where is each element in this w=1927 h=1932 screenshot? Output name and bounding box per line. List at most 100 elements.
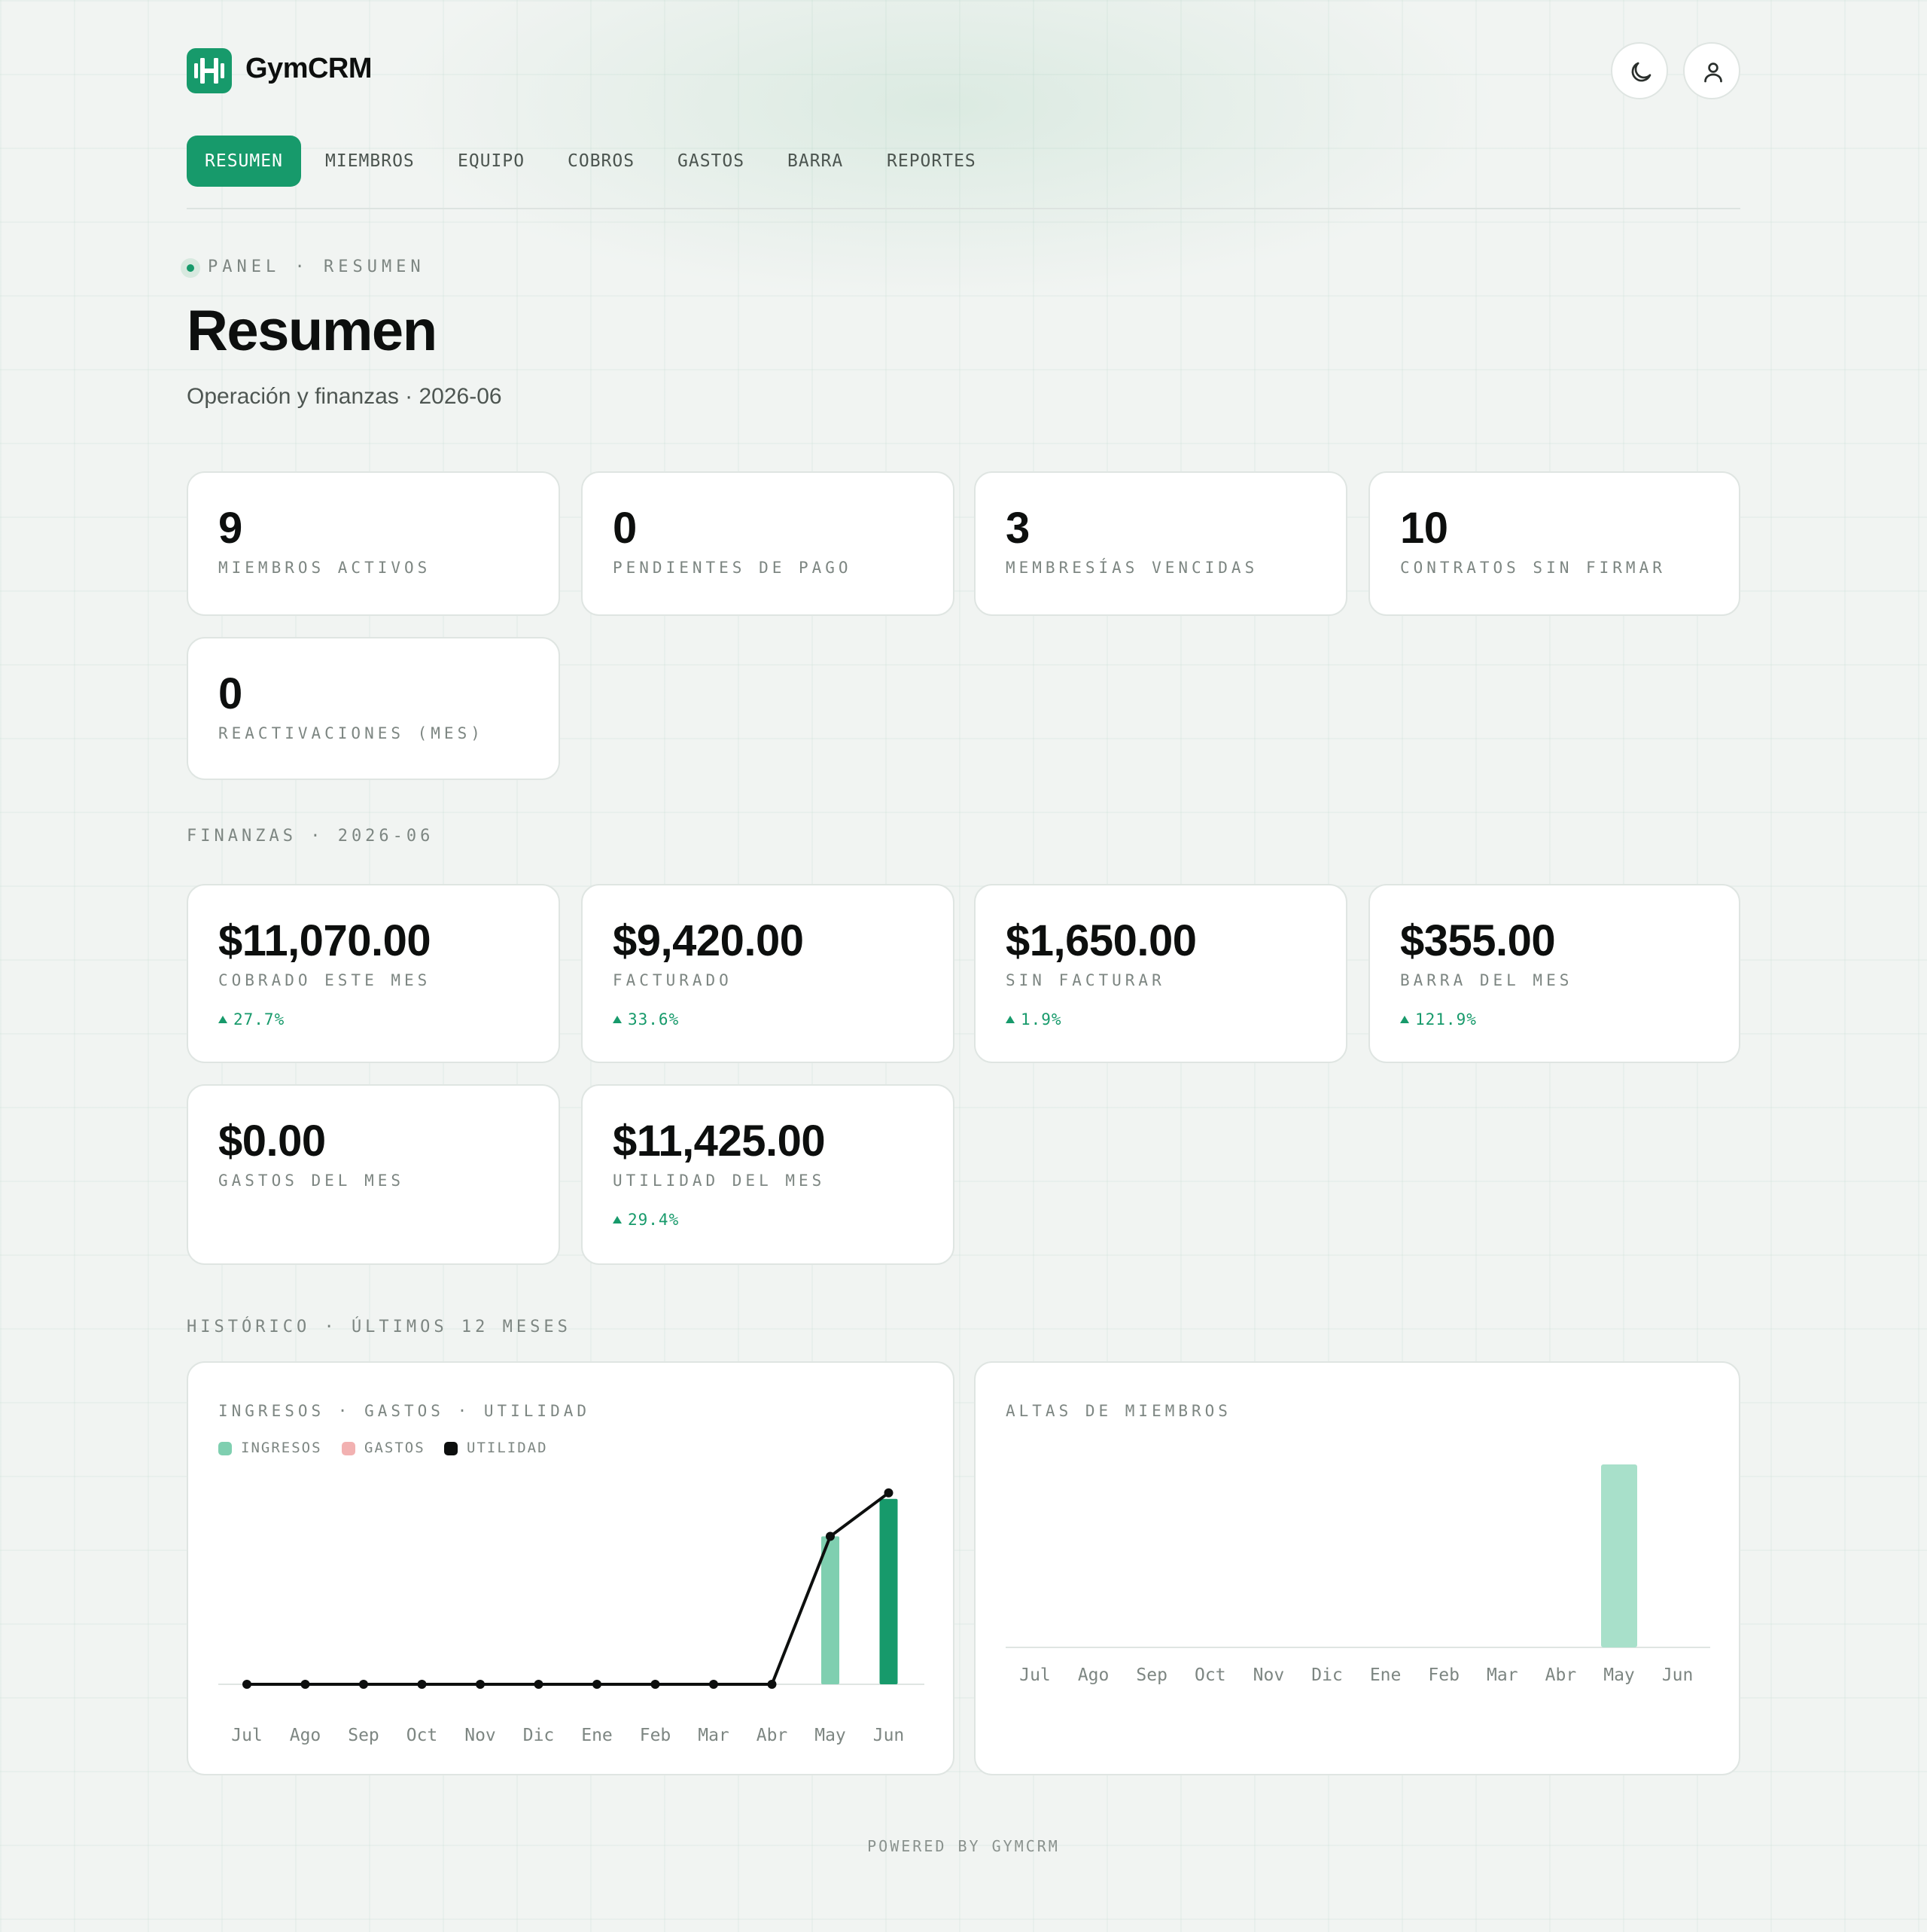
kpi-label: PENDIENTES DE PAGO	[613, 559, 852, 577]
finance-card-barra[interactable]: $355.00 BARRA DEL MES 121.9%	[1368, 884, 1740, 1063]
finance-value: $11,425.00	[613, 1117, 826, 1166]
finance-history-chart: Jul Ago Sep Oct Nov Dic Ene Feb Mar Abr May Jun	[218, 1488, 924, 1745]
tab-gastos[interactable]: GASTOS	[659, 136, 763, 187]
bar-ingresos-may	[821, 1536, 839, 1684]
finance-card-cobrado[interactable]: $11,070.00 COBRADO ESTE MES 27.7%	[187, 884, 560, 1063]
kpi-value: 3	[1006, 504, 1030, 553]
member-signups-chart-card: ALTAS DE MIEMBROS Jul Ago Sep Oct Nov Dic Ene F…	[974, 1361, 1740, 1775]
kpi-card-membresias-vencidas[interactable]: 3 MEMBRESÍAS VENCIDAS	[974, 471, 1347, 616]
kpi-value: 0	[218, 669, 242, 718]
history-section-label: HISTÓRICO · ÚLTIMOS 12 MESES	[187, 1318, 571, 1336]
x-tick-label: May	[1603, 1665, 1635, 1685]
finance-history-chart-card: INGRESOS · GASTOS · UTILIDAD INGRESOS GA…	[187, 1361, 954, 1775]
point-utilidad-nov	[476, 1680, 485, 1689]
point-utilidad-may	[826, 1531, 835, 1541]
kpi-card-reactivaciones[interactable]: 0 REACTIVACIONES (MES)	[187, 637, 560, 780]
x-tick-label: Jun	[1662, 1665, 1694, 1685]
finance-card-gastos[interactable]: $0.00 GASTOS DEL MES	[187, 1084, 560, 1265]
brand-name[interactable]: GymCRM	[245, 53, 373, 85]
point-utilidad-ago	[300, 1680, 310, 1689]
kpi-card-miembros-activos[interactable]: 9 MIEMBROS ACTIVOS	[187, 471, 560, 616]
finance-value: $355.00	[1400, 916, 1556, 965]
finance-value: $0.00	[218, 1117, 326, 1166]
point-utilidad-dic	[534, 1680, 543, 1689]
finance-value: $1,650.00	[1006, 916, 1197, 965]
tab-equipo[interactable]: EQUIPO	[440, 136, 543, 187]
finance-label: COBRADO ESTE MES	[218, 971, 431, 989]
trend-badge: 27.7%	[218, 1010, 285, 1028]
point-utilidad-sep	[359, 1680, 368, 1689]
finance-label: GASTOS DEL MES	[218, 1172, 405, 1190]
kpi-card-pendientes-de-pago[interactable]: 0 PENDIENTES DE PAGO	[581, 471, 954, 616]
x-tick-label: Feb	[640, 1726, 671, 1745]
line-utilidad	[247, 1492, 890, 1686]
x-tick-label: Oct	[406, 1726, 438, 1745]
x-tick-label: Feb	[1428, 1665, 1460, 1685]
finance-label: FACTURADO	[613, 971, 732, 989]
trend-badge: 121.9%	[1400, 1010, 1477, 1028]
x-tick-label: Mar	[1487, 1665, 1518, 1685]
x-tick-label: Sep	[1136, 1665, 1167, 1685]
bar-ingresos-jun	[879, 1498, 898, 1684]
finance-value: $11,070.00	[218, 916, 431, 965]
x-tick-label: May	[814, 1726, 846, 1745]
x-tick-label: Mar	[698, 1726, 729, 1745]
trend-badge: 1.9%	[1006, 1010, 1062, 1028]
finance-section-label: FINANZAS · 2026-06	[187, 827, 434, 846]
page-subtitle: Operación y finanzas · 2026-06	[187, 384, 502, 409]
user-menu-button[interactable]	[1683, 42, 1740, 99]
x-tick-label: Ago	[1078, 1665, 1110, 1685]
tab-miembros[interactable]: MIEMBROS	[307, 136, 433, 187]
finance-card-utilidad[interactable]: $11,425.00 UTILIDAD DEL MES 29.4%	[581, 1084, 954, 1265]
point-utilidad-mar	[709, 1680, 718, 1689]
finance-value: $9,420.00	[613, 916, 804, 965]
x-tick-label: Oct	[1195, 1665, 1226, 1685]
finance-card-sin-facturar[interactable]: $1,650.00 SIN FACTURAR 1.9%	[974, 884, 1347, 1063]
main-nav: RESUMEN MIEMBROS EQUIPO COBROS GASTOS BA…	[187, 136, 1740, 209]
app-header: GymCRM	[187, 42, 1740, 99]
x-tick-label: Nov	[1253, 1665, 1285, 1685]
kpi-label: MIEMBROS ACTIVOS	[218, 559, 431, 577]
kpi-card-contratos-sin-firmar[interactable]: 10 CONTRATOS SIN FIRMAR	[1368, 471, 1740, 616]
dumbbell-logo-icon[interactable]	[187, 48, 232, 93]
arrow-up-icon	[1006, 1016, 1015, 1023]
tab-reportes[interactable]: REPORTES	[869, 136, 994, 187]
trend-badge: 29.4%	[613, 1211, 679, 1229]
arrow-up-icon	[613, 1216, 622, 1223]
kpi-value: 9	[218, 504, 242, 553]
point-utilidad-ene	[592, 1680, 601, 1689]
tab-cobros[interactable]: COBROS	[549, 136, 653, 187]
point-utilidad-feb	[650, 1680, 660, 1689]
kpi-label: CONTRATOS SIN FIRMAR	[1400, 559, 1666, 577]
user-icon	[1704, 62, 1722, 83]
arrow-up-icon	[218, 1016, 227, 1023]
x-tick-label: Nov	[464, 1726, 496, 1745]
trend-badge: 33.6%	[613, 1010, 679, 1028]
arrow-up-icon	[613, 1016, 622, 1023]
x-tick-label: Ene	[581, 1726, 613, 1745]
finance-label: UTILIDAD DEL MES	[613, 1172, 826, 1190]
tab-resumen[interactable]: RESUMEN	[187, 136, 301, 187]
finance-label: BARRA DEL MES	[1400, 971, 1573, 989]
moon-icon	[1631, 62, 1651, 82]
theme-toggle-button[interactable]	[1611, 42, 1668, 99]
footer-powered-by: POWERED BY GYMCRM	[867, 1837, 1060, 1855]
x-tick-label: Ene	[1370, 1665, 1402, 1685]
x-tick-label: Ago	[290, 1726, 321, 1745]
x-tick-label: Abr	[756, 1726, 788, 1745]
finance-label: SIN FACTURAR	[1006, 971, 1165, 989]
finance-card-facturado[interactable]: $9,420.00 FACTURADO 33.6%	[581, 884, 954, 1063]
member-signups-chart: Jul Ago Sep Oct Nov Dic Ene Feb Mar Abr May Jun	[1006, 1464, 1710, 1685]
tab-barra[interactable]: BARRA	[769, 136, 861, 187]
x-tick-label: Abr	[1545, 1665, 1577, 1685]
kpi-value: 10	[1400, 504, 1448, 553]
bar-altas-may	[1601, 1464, 1637, 1647]
point-utilidad-oct	[417, 1680, 427, 1689]
point-utilidad-jun	[884, 1488, 893, 1498]
kpi-label: MEMBRESÍAS VENCIDAS	[1006, 559, 1259, 577]
x-tick-label: Sep	[348, 1726, 379, 1745]
point-utilidad-jul	[242, 1680, 251, 1689]
kpi-label: REACTIVACIONES (MES)	[218, 724, 484, 742]
status-dot-icon	[181, 258, 200, 278]
x-tick-label: Dic	[1311, 1665, 1343, 1685]
